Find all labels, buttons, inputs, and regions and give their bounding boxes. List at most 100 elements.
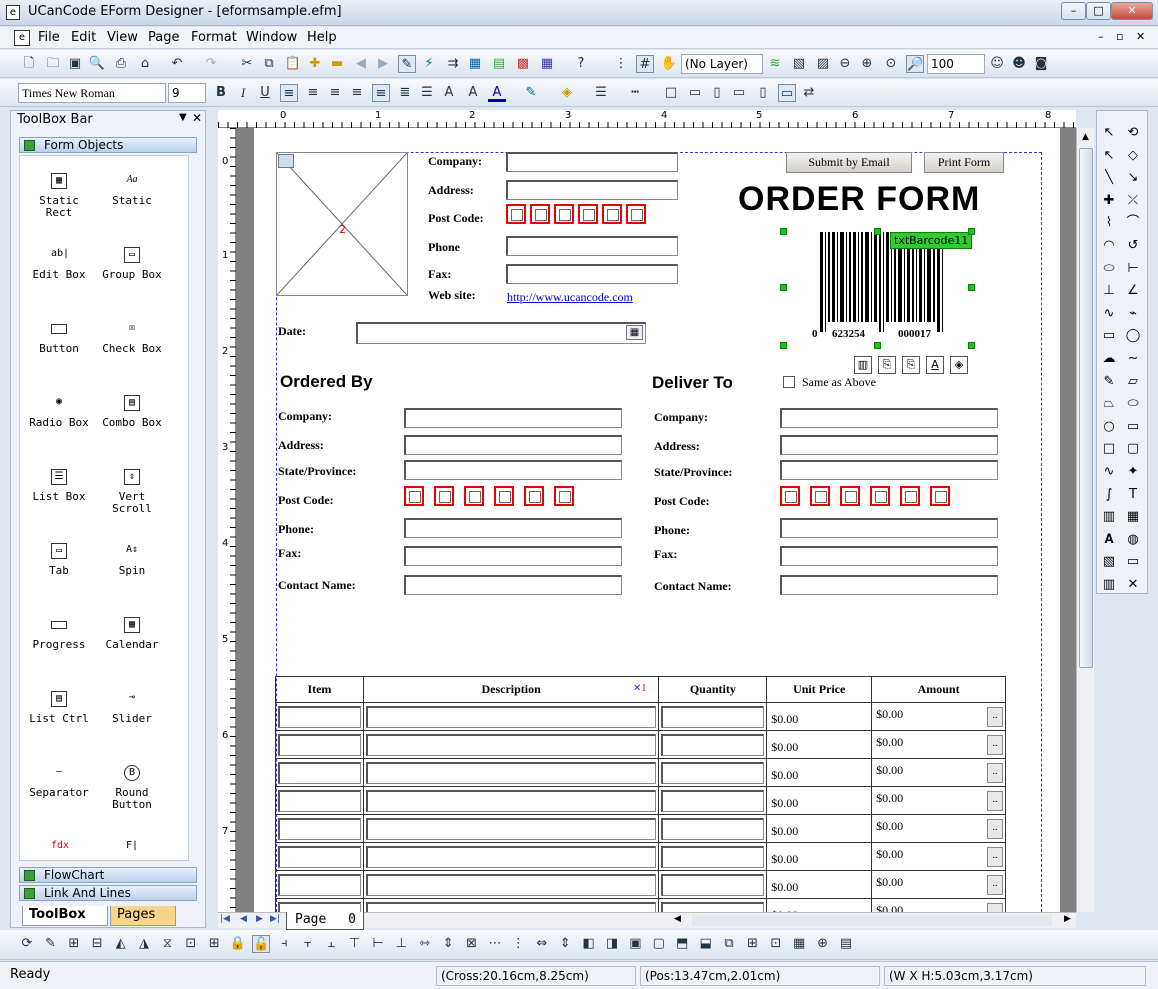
same-width-icon[interactable]: ⇿ — [416, 935, 434, 953]
polyline-icon[interactable]: ⌇ — [1099, 213, 1119, 233]
save-icon[interactable]: ▣ — [66, 55, 84, 73]
quantity-field[interactable] — [661, 817, 765, 840]
group-form-objects[interactable]: Form Objects — [19, 137, 197, 153]
address-field[interactable] — [506, 180, 678, 200]
send-back-icon[interactable]: ◨ — [603, 935, 621, 953]
resize-handle[interactable] — [968, 342, 975, 349]
h-scroll-track[interactable] — [692, 915, 1052, 926]
angle-icon[interactable]: ∠ — [1123, 281, 1143, 301]
print-icon[interactable]: ⎙ — [112, 55, 130, 73]
tool-slider[interactable]: ⊸ Slider — [97, 691, 167, 725]
grow-font-icon[interactable]: A — [440, 84, 458, 102]
delete-icon[interactable]: ✕ — [1123, 575, 1143, 595]
browse-button[interactable]: .. — [987, 875, 1003, 895]
resize-handle[interactable] — [780, 228, 787, 235]
bullets-icon[interactable]: ☰ — [418, 84, 436, 102]
amount-field[interactable]: $0.00 — [874, 705, 1003, 728]
tab-order-icon[interactable]: ⇉ — [444, 55, 462, 73]
item-field[interactable] — [278, 705, 361, 728]
arrow-line-icon[interactable]: ↘ — [1123, 168, 1143, 188]
unlock-icon[interactable]: 🔓 — [252, 935, 270, 953]
font-size-select[interactable]: 9 — [168, 83, 206, 103]
show-grid-icon[interactable]: ⋮ — [612, 55, 630, 73]
star-icon[interactable]: ✦ — [1123, 462, 1143, 482]
description-field[interactable] — [365, 817, 657, 840]
arrange-icon[interactable]: ⇄ — [800, 84, 818, 102]
undo-icon[interactable]: ↶ — [168, 55, 186, 73]
run-icon[interactable]: ⚡ — [420, 55, 438, 73]
barcode-tool-icon[interactable]: ▥ — [1099, 507, 1119, 527]
fax-field[interactable] — [506, 264, 678, 284]
resize-handle[interactable] — [968, 284, 975, 291]
first-page-icon[interactable]: |◀ — [220, 914, 230, 924]
ob-state-field[interactable] — [404, 460, 622, 480]
refresh-icon[interactable]: ⟳ — [18, 935, 36, 953]
unit-price-field[interactable]: $0.00 — [769, 789, 870, 812]
barcode-object[interactable]: 0 623254 000017 txtBarcode11 — [780, 228, 975, 349]
resize-handle[interactable] — [780, 342, 787, 349]
resize-handle[interactable] — [780, 284, 787, 291]
print-setup-icon[interactable]: ⌂ — [136, 55, 154, 73]
same-height-icon[interactable]: ⇕ — [439, 935, 457, 953]
dt-fax-field[interactable] — [780, 546, 998, 566]
quantity-field[interactable] — [661, 733, 765, 756]
postcode-box[interactable] — [464, 486, 484, 506]
callout-round-icon[interactable]: ◯ — [1123, 326, 1143, 346]
postcode-box[interactable] — [494, 486, 514, 506]
align-right-obj-icon[interactable]: ⫠ — [322, 935, 340, 953]
quantity-field[interactable] — [661, 845, 765, 868]
next-page-icon[interactable]: ▶ — [256, 914, 263, 924]
description-field[interactable] — [365, 789, 657, 812]
square-icon[interactable]: □ — [1099, 439, 1119, 459]
copy-format-icon[interactable]: ⎘ — [902, 356, 920, 374]
ob-company-field[interactable] — [404, 408, 622, 428]
line-width-icon[interactable]: ☰ — [592, 84, 610, 102]
scroll-up-icon[interactable]: ▲ — [1079, 132, 1092, 146]
description-field[interactable] — [365, 705, 657, 728]
amount-field[interactable]: $0.00 — [874, 873, 1003, 896]
group-flowchart[interactable]: FlowChart — [19, 867, 197, 883]
line-icon[interactable]: ╲ — [1099, 168, 1119, 188]
dt-address-field[interactable] — [780, 435, 998, 455]
remove-icon[interactable]: ▬ — [328, 55, 346, 73]
unit-price-field[interactable]: $0.00 — [769, 901, 870, 912]
tool-vert-scroll[interactable]: ⇕ Vert Scroll — [97, 469, 167, 515]
postcode-box[interactable] — [900, 486, 920, 506]
align-left-icon[interactable]: ≡ — [280, 84, 298, 102]
browse-button[interactable]: .. — [987, 903, 1003, 912]
group-link-lines[interactable]: Link And Lines — [19, 885, 197, 901]
print-form-button[interactable]: Print Form — [924, 152, 1004, 173]
line-style-icon[interactable]: ┅ — [626, 84, 644, 102]
mdi-close-icon[interactable]: ✕ — [1136, 30, 1145, 43]
s-curve-icon[interactable]: ∫ — [1099, 485, 1119, 505]
tool-tab[interactable]: ▭ Tab — [24, 543, 94, 577]
border-icon[interactable]: □ — [662, 84, 680, 102]
align-center-obj-icon[interactable]: ⫟ — [299, 935, 317, 953]
bezier-icon[interactable]: ∿ — [1099, 304, 1119, 324]
item-field[interactable] — [278, 733, 361, 756]
image-icon[interactable]: ▦ — [466, 55, 484, 73]
sine-icon[interactable]: ∿ — [1099, 462, 1119, 482]
tool-static-rect[interactable]: ▦ Static Rect — [24, 173, 94, 219]
tool-button[interactable]: Button — [24, 321, 94, 355]
ob-fax-field[interactable] — [404, 546, 622, 566]
flip-h-icon[interactable]: ◭ — [112, 935, 130, 953]
rounded-rect-icon[interactable]: ▢ — [1123, 439, 1143, 459]
calendar-picker-icon[interactable]: ▦ — [626, 325, 643, 340]
space-h-icon[interactable]: ⋯ — [486, 935, 504, 953]
callout-icon[interactable]: ▭ — [1099, 326, 1119, 346]
tool-radio-box[interactable]: ◉ Radio Box — [24, 395, 94, 429]
underline-icon[interactable]: U — [256, 84, 274, 102]
submit-email-button[interactable]: Submit by Email — [786, 152, 912, 173]
ob-contact-field[interactable] — [404, 575, 622, 595]
globe-icon[interactable]: ◍ — [1123, 530, 1143, 550]
grid-color-icon[interactable]: ▩ — [514, 55, 532, 73]
ellipse-icon[interactable]: ⬭ — [1099, 259, 1119, 279]
scroll-right-icon[interactable]: ▶ — [1064, 914, 1071, 924]
unit-price-field[interactable]: $0.00 — [769, 761, 870, 784]
toolbox-dropdown-icon[interactable]: ▼ — [179, 112, 187, 123]
align-bottom-icon[interactable]: ≣ — [396, 84, 414, 102]
tool-list-box[interactable]: ☰ List Box — [24, 469, 94, 503]
postcode-box[interactable] — [840, 486, 860, 506]
add-icon[interactable]: ✚ — [306, 55, 324, 73]
